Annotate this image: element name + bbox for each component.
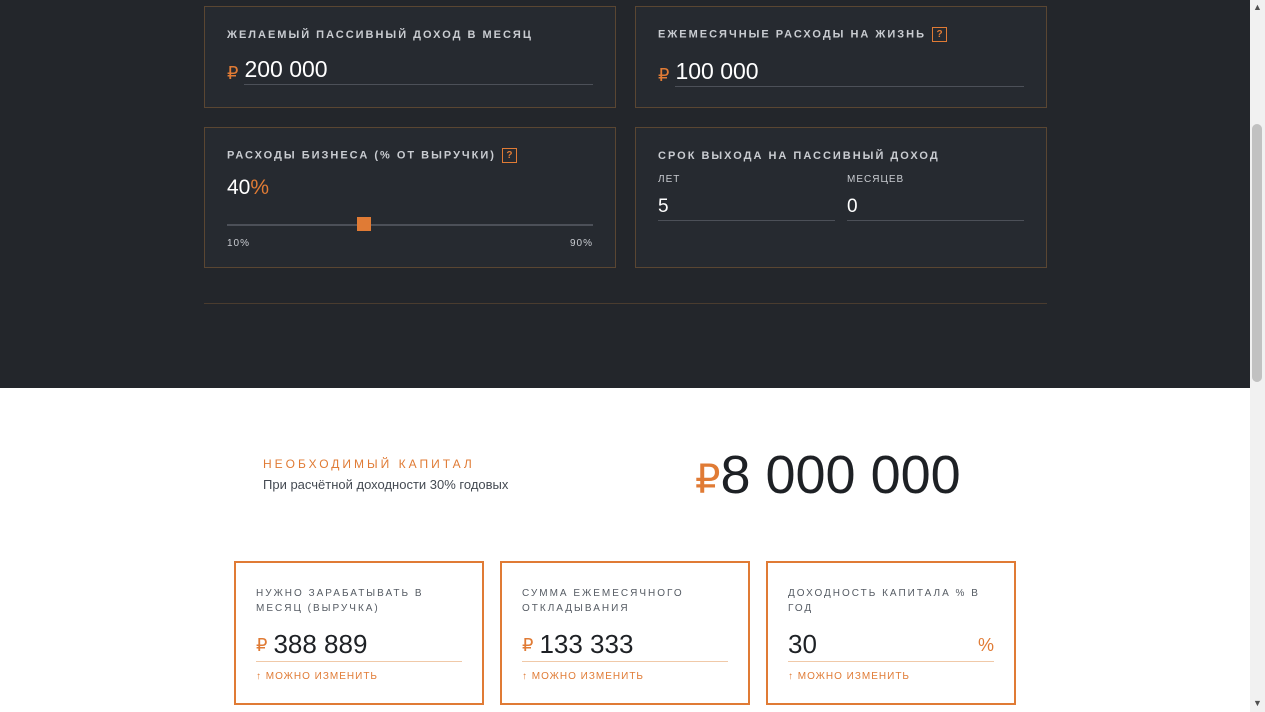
percent-sign: % [977,635,994,655]
monthly-revenue-label: НУЖНО ЗАРАБАТЫВАТЬ В МЕСЯЦ (ВЫРУЧКА) [256,588,424,614]
capital-yield-label: ДОХОДНОСТЬ КАПИТАЛА % В ГОД [788,588,980,614]
required-capital-subtitle: При расчётной доходности 30% годовых [263,477,509,492]
scrollbar-thumb[interactable] [1252,124,1262,382]
monthly-savings-input[interactable]: 133 333 [539,629,728,659]
scroll-up-arrow-icon[interactable]: ▲ [1253,2,1262,12]
living-expenses-row: ₽ 100 000 [658,57,1024,87]
monthly-revenue-row: ₽ 388 889 [256,629,462,662]
capital-yield-input[interactable]: 30 [788,629,978,659]
monthly-revenue-input[interactable]: 388 889 [273,629,462,659]
business-expenses-label-wrap: РАСХОДЫ БИЗНЕСА (% ОТ ВЫРУЧКИ)? [227,148,517,163]
required-capital-label: НЕОБХОДИМЫЙ КАПИТАЛ [263,457,475,471]
section-divider [204,303,1047,304]
ruble-icon: ₽ [227,63,239,83]
ruble-icon: ₽ [256,635,268,655]
business-expenses-value: 40% [227,176,269,200]
living-expenses-input[interactable]: 100 000 [675,57,1024,87]
living-expenses-label: ЕЖЕМЕСЯЧНЫЕ РАСХОДЫ НА ЖИЗНЬ [658,28,927,41]
passive-income-row: ₽ 200 000 [227,55,593,85]
slider-handle[interactable] [357,217,372,231]
monthly-savings-label: СУММА ЕЖЕМЕСЯЧНОГО ОТКЛАДЫВАНИЯ [522,588,684,614]
passive-income-input[interactable]: 200 000 [244,55,593,85]
percent-sign: % [250,176,270,199]
editable-hint: ↑ МОЖНО ИЗМЕНИТЬ [256,671,378,682]
capital-yield-row: 30 % [788,629,994,662]
slider-min-label: 10% [227,238,251,249]
living-expenses-label-wrap: ЕЖЕМЕСЯЧНЫЕ РАСХОДЫ НА ЖИЗНЬ? [658,27,948,42]
required-capital-value: ₽8 000 000 [695,440,961,515]
years-label: ЛЕТ [658,174,681,185]
page-scrollbar[interactable]: ▲ ▼ [1250,0,1265,712]
business-expenses-number: 40 [227,176,251,199]
term-label: СРОК ВЫХОДА НА ПАССИВНЫЙ ДОХОД [658,150,940,162]
ruble-icon: ₽ [695,458,721,502]
passive-income-label: ЖЕЛАЕМЫЙ ПАССИВНЫЙ ДОХОД В МЕСЯЦ [227,29,533,41]
capital-yield-card: ДОХОДНОСТЬ КАПИТАЛА % В ГОД 30 % ↑ МОЖНО… [766,561,1016,705]
years-input[interactable]: 5 [658,194,835,221]
help-icon[interactable]: ? [501,148,517,163]
months-input[interactable]: 0 [847,194,1024,221]
business-expenses-label: РАСХОДЫ БИЗНЕСА (% ОТ ВЫРУЧКИ) [227,149,496,162]
slider-max-label: 90% [569,238,593,249]
months-label: МЕСЯЦЕВ [847,174,905,185]
living-expenses-card: ЕЖЕМЕСЯЧНЫЕ РАСХОДЫ НА ЖИЗНЬ? ₽ 100 000 [635,6,1047,108]
monthly-savings-card: СУММА ЕЖЕМЕСЯЧНОГО ОТКЛАДЫВАНИЯ ₽ 133 33… [500,561,750,705]
scroll-down-arrow-icon[interactable]: ▼ [1253,698,1262,708]
editable-hint: ↑ МОЖНО ИЗМЕНИТЬ [522,671,644,682]
monthly-revenue-card: НУЖНО ЗАРАБАТЫВАТЬ В МЕСЯЦ (ВЫРУЧКА) ₽ 3… [234,561,484,705]
ruble-icon: ₽ [522,635,534,655]
term-card: СРОК ВЫХОДА НА ПАССИВНЫЙ ДОХОД ЛЕТ МЕСЯЦ… [635,127,1047,268]
ruble-icon: ₽ [658,65,670,85]
monthly-savings-row: ₽ 133 333 [522,629,728,662]
business-expenses-card: РАСХОДЫ БИЗНЕСА (% ОТ ВЫРУЧКИ)? 40% 10% … [204,127,616,268]
required-capital-amount: 8 000 000 [720,445,961,505]
help-icon[interactable]: ? [932,27,948,42]
editable-hint: ↑ МОЖНО ИЗМЕНИТЬ [788,671,910,682]
passive-income-card: ЖЕЛАЕМЫЙ ПАССИВНЫЙ ДОХОД В МЕСЯЦ ₽ 200 0… [204,6,616,108]
business-expenses-slider[interactable] [227,217,593,231]
calculator-inputs-section: ЖЕЛАЕМЫЙ ПАССИВНЫЙ ДОХОД В МЕСЯЦ ₽ 200 0… [0,0,1250,388]
